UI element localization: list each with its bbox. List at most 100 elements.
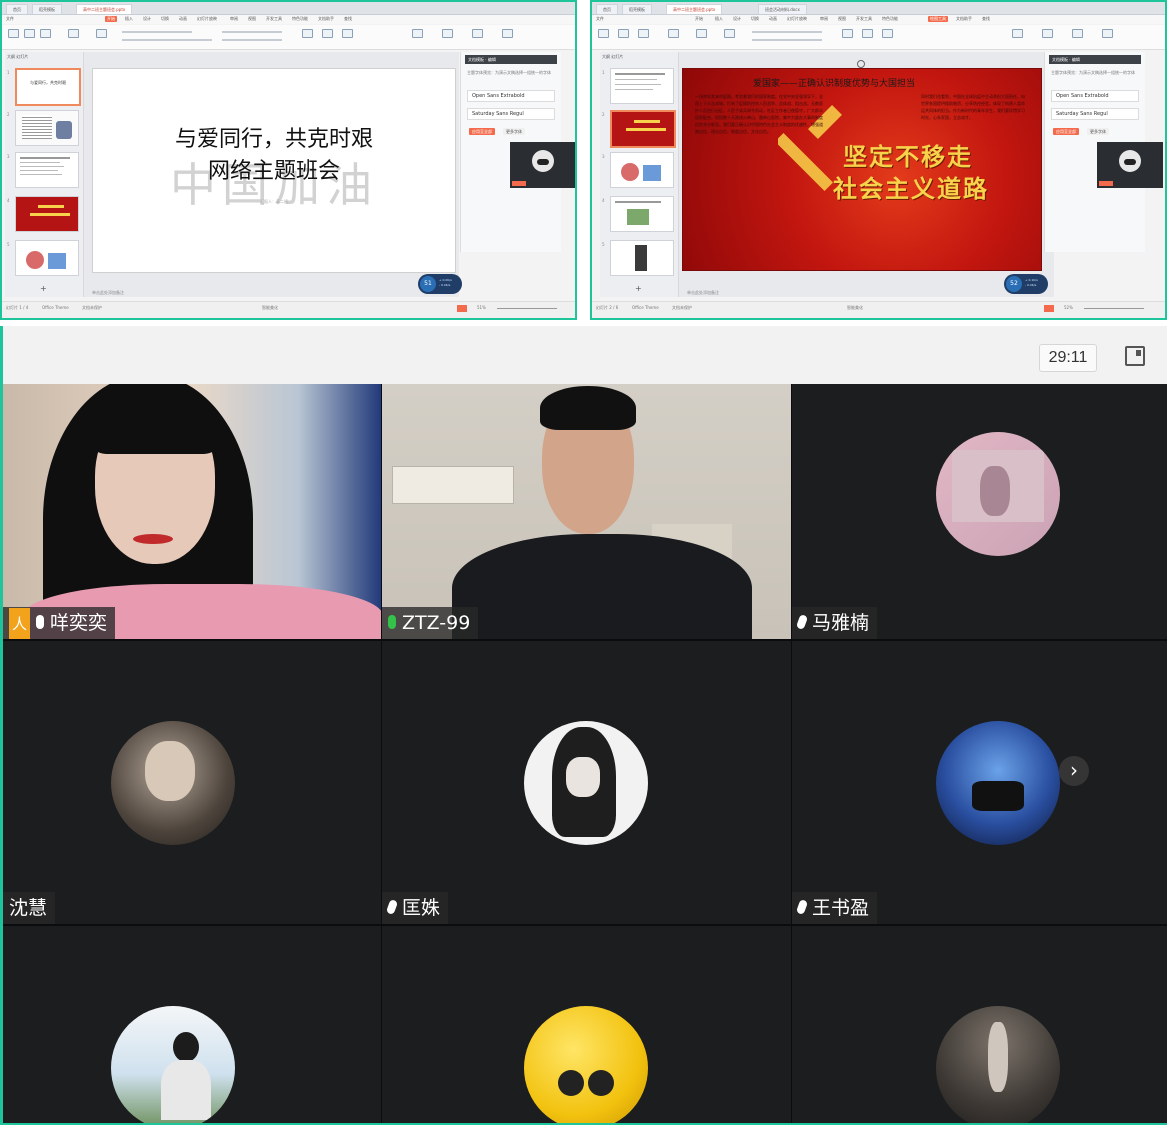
send-backward-icon[interactable] [1042,29,1053,38]
slide-thumbnail[interactable] [610,240,674,276]
menu-design[interactable]: 设计 [733,16,741,22]
more-fonts-button[interactable]: 更多字体 [503,128,525,135]
tab-templates[interactable]: 稻壳模板 [622,4,652,14]
add-slide-icon[interactable]: + [635,284,642,293]
zoom-slider[interactable] [497,308,557,309]
bring-forward-icon[interactable] [1012,29,1023,38]
participant-tile[interactable] [382,926,791,1123]
add-slide-icon[interactable]: + [40,284,47,293]
menu-insert[interactable]: 插入 [125,16,133,22]
slide-thumbnail[interactable] [610,152,674,188]
zoom-level[interactable]: 52% [1064,305,1073,310]
magic-icon[interactable] [472,29,483,38]
menu-transition[interactable]: 切换 [161,16,169,22]
menu-view[interactable]: 视图 [838,16,846,22]
tab-document[interactable]: 高中二班主题班会.pptx [666,4,723,14]
panel-tabs[interactable]: 大纲 幻灯片 [7,54,28,60]
replace-icon[interactable] [412,29,423,38]
menu-design[interactable]: 设计 [143,16,151,22]
slide-thumbnail[interactable] [15,152,79,188]
participant-tile[interactable] [792,926,1167,1123]
share-icon[interactable] [502,29,513,38]
slide-2[interactable]: 爱国家——正确认识制度优势与大国担当 一场突如其来的疫情，考验着我们的国家制度。… [682,68,1042,271]
menu-review[interactable]: 审阅 [820,16,828,22]
new-slide-icon[interactable] [68,29,79,38]
slide-thumbnail[interactable] [15,240,79,276]
menu-view[interactable]: 视图 [248,16,256,22]
paste-icon[interactable] [8,29,19,38]
selection-pane-icon[interactable] [1072,29,1083,38]
outline-icon[interactable] [668,29,679,38]
font-option-1[interactable]: Open Sans Extrabold [1051,90,1139,102]
apply-all-button[interactable]: 应用至全部 [1053,128,1079,135]
floating-video-window[interactable] [510,142,575,188]
rotate-handle-icon[interactable] [857,60,865,68]
tab-home[interactable]: 首页 [6,4,28,14]
slide-thumbnail[interactable] [15,110,79,146]
slide-thumbnail[interactable] [610,68,674,104]
menu-slideshow[interactable]: 幻灯片放映 [197,16,217,22]
slogan-line-1[interactable]: 坚定不移走 [843,137,973,172]
font-option-2[interactable]: Saturday Sans Regul [1051,108,1139,120]
tab-home[interactable]: 首页 [596,4,618,14]
shape-icon[interactable] [618,29,629,38]
menu-assistant[interactable]: 文档助手 [956,16,972,22]
menu-transition[interactable]: 切换 [751,16,759,22]
notes-placeholder[interactable]: 单击此处添加备注 [92,290,124,296]
menu-review[interactable]: 审阅 [230,16,238,22]
menu-file[interactable]: 文件 [596,16,604,22]
textbox-icon[interactable] [302,29,313,38]
crop-icon[interactable] [724,29,735,38]
cut-icon[interactable] [24,29,35,38]
tab-document-2[interactable]: 班会活动材料.docx [758,4,807,14]
share-icon[interactable] [1102,29,1113,38]
zoom-level[interactable]: 51% [477,305,486,310]
slide-heading[interactable]: 爱国家——正确认识制度优势与大国担当 [753,76,915,89]
menu-insert[interactable]: 插入 [715,16,723,22]
participant-tile[interactable]: 匡姝 [382,641,791,924]
tab-document[interactable]: 高中二班主题班会.pptx [76,4,133,14]
participant-tile[interactable]: 马雅楠 [792,384,1167,639]
menu-search[interactable]: 查找 [344,16,352,22]
fill-icon[interactable] [638,29,649,38]
apply-all-button[interactable]: 应用至全部 [469,128,495,135]
group-icon[interactable] [882,29,893,38]
menu-animation[interactable]: 动画 [179,16,187,22]
network-speed-widget[interactable]: 52 + 0.1K/s - 0.0K/s [1004,274,1048,294]
menu-slideshow[interactable]: 幻灯片放映 [787,16,807,22]
select-icon[interactable] [442,29,453,38]
arrange-icon[interactable] [342,29,353,38]
menu-assistant[interactable]: 文档助手 [318,16,334,22]
presenter-text[interactable]: 汇报人：高二班 [93,199,455,205]
slide-subtitle-main[interactable]: 网络主题班会 [93,153,455,185]
slide-thumbnail[interactable] [610,196,674,232]
shape-icon[interactable] [322,29,333,38]
menu-developer[interactable]: 开发工具 [856,16,872,22]
align-icon[interactable] [862,29,873,38]
tab-templates[interactable]: 稻壳模板 [32,4,62,14]
insert-image-icon[interactable] [598,29,609,38]
menu-drawing-tools[interactable]: 绘图工具 [928,16,948,22]
menu-home[interactable]: 开始 [105,16,117,22]
slide-thumbnail[interactable]: 与爱同行，共克时艰 [15,68,81,106]
effects-icon[interactable] [696,29,707,38]
size-height-box[interactable] [752,31,822,33]
layout-icon[interactable] [96,29,107,38]
play-slideshow-icon[interactable] [1044,305,1054,312]
menu-features[interactable]: 特色功能 [292,16,308,22]
size-width-box[interactable] [752,39,822,41]
network-speed-widget[interactable]: 51 + 0.0K/s - 0.0K/s [418,274,462,294]
font-name-box[interactable] [122,31,192,33]
slide-1[interactable]: 中国加油 与爱同行，共克时艰 网络主题班会 汇报人：高二班 [92,68,456,273]
rotate-icon[interactable] [842,29,853,38]
slide-title[interactable]: 与爱同行，共克时艰 [93,121,455,153]
participant-tile[interactable]: 王书盈 [792,641,1167,924]
font-option-2[interactable]: Saturday Sans Regul [467,108,555,120]
menu-search[interactable]: 查找 [982,16,990,22]
menu-home[interactable]: 开始 [695,16,703,22]
panel-tabs[interactable]: 大纲 幻灯片 [602,54,623,60]
smart-beautify[interactable]: 智能美化 [847,305,863,311]
body-text-right[interactable]: 同时我们也看到，中国在全球抗疫中主动承担大国责任，向世界各国提供援助物资、分享防… [921,93,1026,121]
participant-tile[interactable]: 人咩奕奕 [3,384,381,639]
body-text-left[interactable]: 一场突如其来的疫情，考验着我们的国家制度。在党中央坚强领导下，全国上下众志成城，… [695,93,825,135]
